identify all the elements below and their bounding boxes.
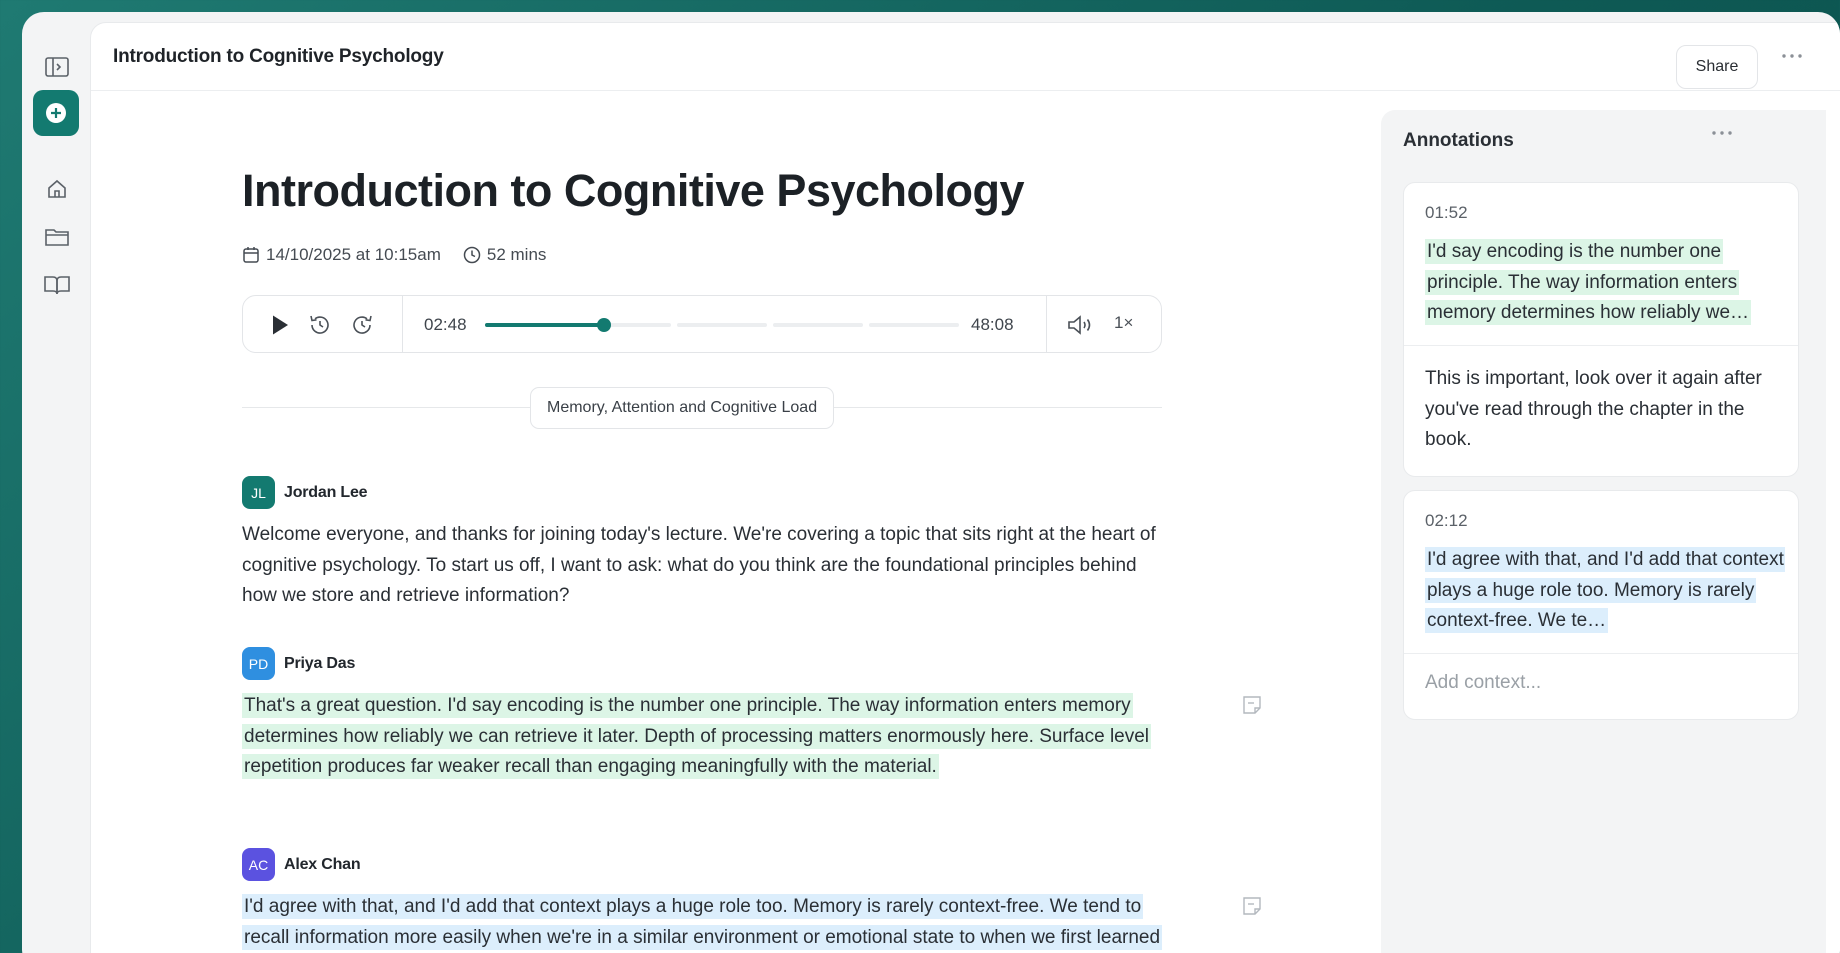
folder-icon[interactable] — [34, 214, 80, 260]
date-text: 14/10/2025 at 10:15am — [266, 245, 441, 264]
duration-text: 52 mins — [486, 245, 547, 264]
speaker-name: Alex Chan — [284, 855, 361, 873]
track-segment — [773, 323, 863, 327]
annotation-card[interactable]: 01:52 I'd say encoding is the number one… — [1403, 182, 1799, 477]
avatar: AC — [242, 848, 275, 881]
calendar-icon — [242, 246, 260, 264]
sidebar-toggle-icon[interactable] — [34, 44, 80, 90]
annotations-more-icon[interactable] — [1711, 130, 1733, 136]
plus-circle-icon — [45, 102, 67, 124]
annotation-quote: I'd agree with that, and I'd add that co… — [1425, 545, 1785, 637]
audio-player: 02:48 48:08 1× — [242, 295, 1162, 353]
progress-knob[interactable] — [597, 318, 611, 332]
total-time: 48:08 — [971, 315, 1014, 334]
top-bar: Introduction to Cognitive Psychology Sha… — [91, 23, 1840, 91]
clock-icon — [463, 246, 481, 264]
speaker-name: Jordan Lee — [284, 483, 368, 501]
playback-speed[interactable]: 1× — [1114, 313, 1133, 333]
page-title: Introduction to Cognitive Psychology — [113, 46, 444, 67]
highlighted-text[interactable]: I'd agree with that, and I'd add that co… — [242, 894, 1163, 953]
annotation-card[interactable]: 02:12 I'd agree with that, and I'd add t… — [1403, 490, 1799, 720]
utterance-text: Welcome everyone, and thanks for joining… — [242, 524, 1156, 606]
home-icon[interactable] — [34, 166, 80, 212]
annotation-divider — [1404, 345, 1798, 346]
date-meta: 14/10/2025 at 10:15am — [242, 245, 441, 265]
progress-fill — [485, 323, 604, 327]
section-label[interactable]: Memory, Attention and Cognitive Load — [530, 387, 835, 429]
annotation-marker-icon[interactable] — [1242, 695, 1264, 717]
annotation-quote-text: I'd agree with that, and I'd add that co… — [1425, 547, 1785, 633]
volume-icon[interactable] — [1065, 310, 1097, 340]
document-meta: 14/10/2025 at 10:15am 52 mins — [242, 245, 546, 265]
track-segment — [869, 323, 959, 327]
player-divider — [402, 296, 403, 352]
progress-slider[interactable] — [485, 318, 959, 332]
rewind-button[interactable] — [307, 310, 333, 340]
avatar: JL — [242, 476, 275, 509]
speaker-header: PD Priya Das — [242, 647, 355, 680]
document-title: Introduction to Cognitive Psychology — [242, 165, 1025, 216]
track-segment — [677, 323, 767, 327]
play-button[interactable] — [267, 310, 293, 340]
annotations-panel: Annotations 01:52 I'd say encoding is th… — [1381, 110, 1826, 953]
speaker-name: Priya Das — [284, 654, 356, 672]
utterance-highlighted[interactable]: I'd agree with that, and I'd add that co… — [242, 892, 1163, 953]
duration-meta: 52 mins — [463, 245, 547, 265]
avatar: PD — [242, 647, 275, 680]
annotations-title: Annotations — [1403, 130, 1514, 151]
annotation-divider — [1404, 653, 1798, 654]
app-window: Introduction to Cognitive Psychology Sha… — [22, 12, 1840, 953]
player-divider — [1046, 296, 1047, 352]
speaker-header: AC Alex Chan — [242, 848, 361, 881]
speaker-header: JL Jordan Lee — [242, 476, 368, 509]
utterance-highlighted[interactable]: That's a great question. I'd say encodin… — [242, 691, 1162, 783]
left-rail — [22, 12, 92, 953]
annotation-timestamp[interactable]: 02:12 — [1425, 511, 1468, 531]
add-context-input[interactable]: Add context... — [1425, 672, 1541, 694]
annotation-note[interactable]: This is important, look over it again af… — [1425, 364, 1785, 456]
book-icon[interactable] — [34, 262, 80, 308]
highlighted-text[interactable]: That's a great question. I'd say encodin… — [242, 693, 1152, 779]
current-time: 02:48 — [424, 315, 467, 334]
forward-button[interactable] — [349, 310, 375, 340]
annotation-quote: I'd say encoding is the number one princ… — [1425, 237, 1785, 329]
share-button[interactable]: Share — [1676, 45, 1758, 89]
annotation-timestamp[interactable]: 01:52 — [1425, 203, 1468, 223]
new-item-button[interactable] — [33, 90, 79, 136]
main-card: Introduction to Cognitive Psychology Sha… — [90, 22, 1840, 953]
annotation-quote-text: I'd say encoding is the number one princ… — [1425, 239, 1752, 325]
annotation-marker-icon[interactable] — [1242, 896, 1264, 918]
more-options-icon[interactable] — [1781, 53, 1809, 73]
